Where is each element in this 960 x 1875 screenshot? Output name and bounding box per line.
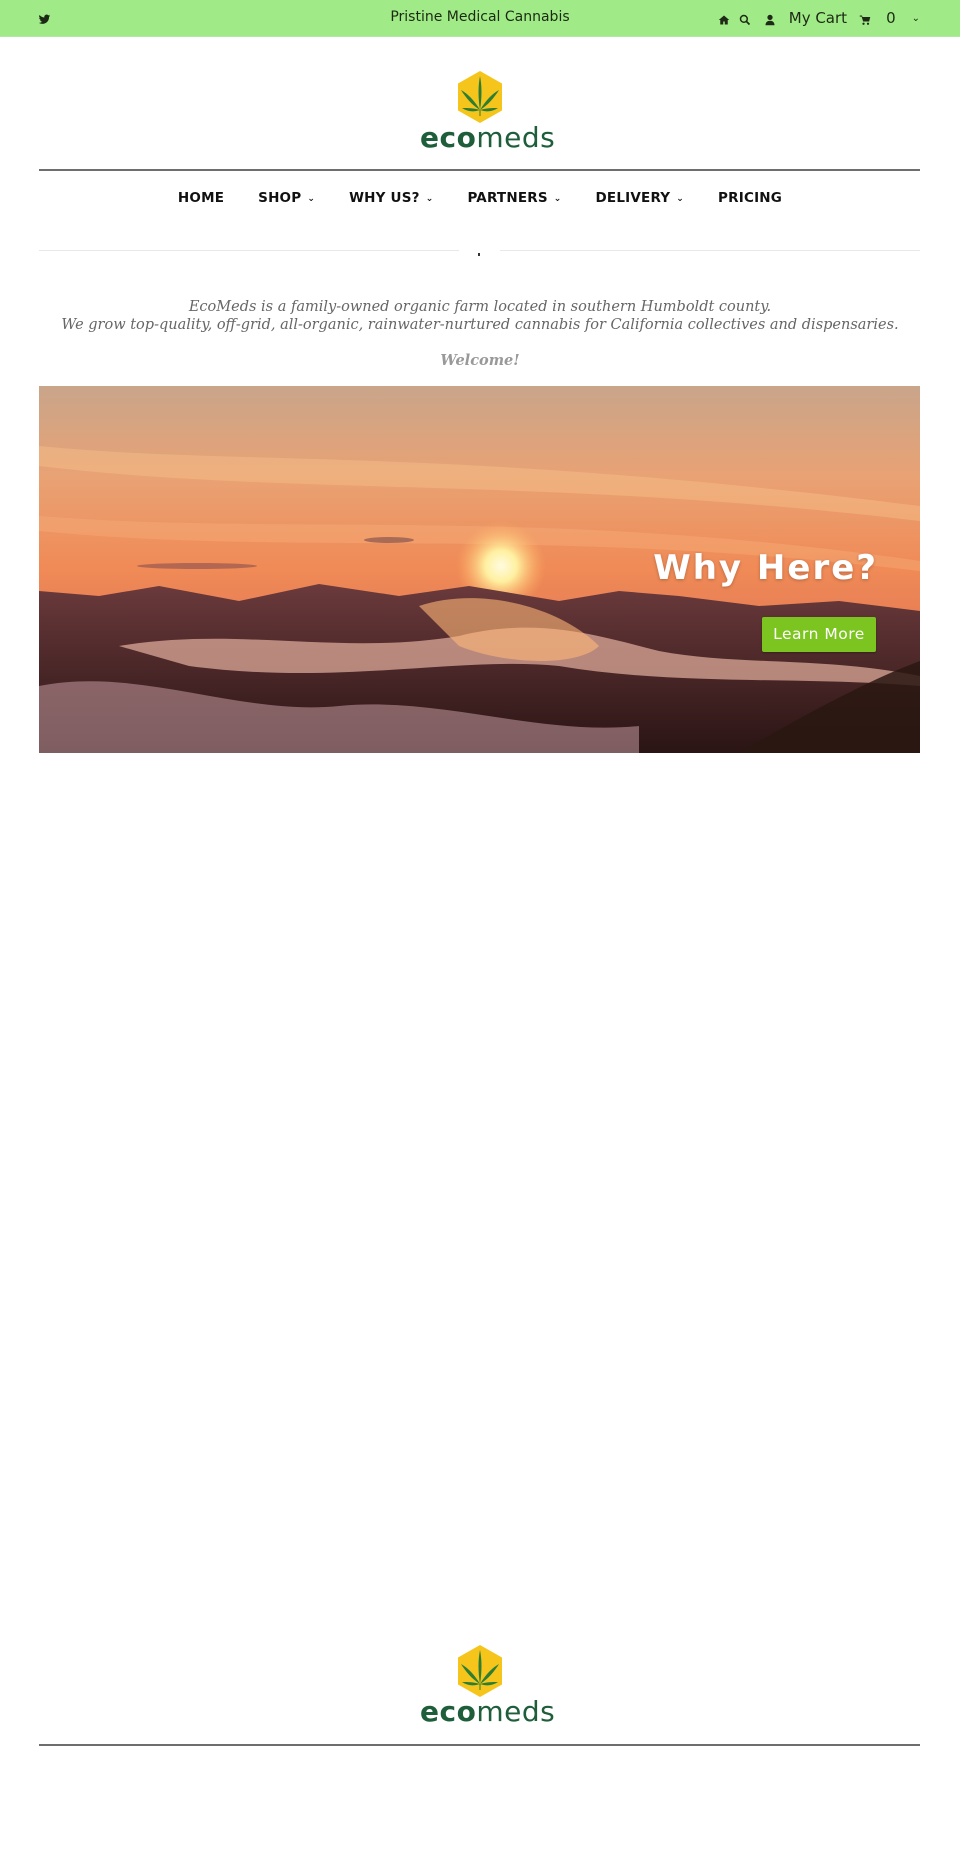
header-divider	[39, 169, 920, 171]
logo-wordmark: ecomeds	[420, 1695, 556, 1728]
nav-item-shop[interactable]: SHOP ⌄	[241, 190, 332, 206]
cart-link[interactable]: My Cart	[789, 9, 847, 27]
cart-icon[interactable]	[859, 12, 872, 25]
divider-ornament	[478, 253, 480, 256]
chevron-down-icon: ⌄	[676, 194, 685, 204]
logo-wordmark: ecomeds	[420, 121, 556, 154]
hexagon-leaf-icon	[458, 1645, 502, 1697]
hero-headline: Why Here?	[653, 548, 878, 588]
footer-logo[interactable]: ecomeds	[420, 1644, 556, 1728]
learn-more-button[interactable]: Learn More	[762, 617, 876, 652]
section-divider-left	[39, 250, 459, 251]
chevron-down-icon[interactable]: ⌄	[912, 13, 920, 24]
chevron-down-icon: ⌄	[425, 194, 434, 204]
cart-count: 0	[886, 9, 896, 27]
section-divider-right	[500, 250, 920, 251]
user-icon[interactable]	[764, 12, 777, 25]
nav-item-home[interactable]: HOME	[161, 190, 241, 206]
hero-banner[interactable]: Why Here? Learn More	[39, 386, 920, 753]
nav-item-why-us[interactable]: WHY US? ⌄	[332, 190, 450, 206]
top-announcement-bar: Pristine Medical Cannabis My Cart 0 ⌄	[0, 0, 960, 37]
welcome-text: Welcome!	[440, 352, 520, 369]
intro-text: EcoMeds is a family-owned organic farm l…	[0, 298, 960, 334]
chevron-down-icon: ⌄	[307, 194, 316, 204]
nav-item-delivery[interactable]: DELIVERY ⌄	[579, 190, 702, 206]
intro-line-2: We grow top-quality, off-grid, all-organ…	[61, 317, 899, 333]
site-logo[interactable]: ecomeds	[420, 70, 556, 154]
footer-divider	[39, 1744, 920, 1746]
header-actions: My Cart 0 ⌄	[718, 9, 920, 27]
nav-item-partners[interactable]: PARTNERS ⌄	[450, 190, 578, 206]
home-icon[interactable]	[718, 12, 731, 25]
chevron-down-icon: ⌄	[553, 194, 562, 204]
main-nav: HOME SHOP ⌄ WHY US? ⌄ PARTNERS ⌄ DELIVERY ⌄ …	[0, 190, 960, 206]
hexagon-leaf-icon	[458, 71, 502, 123]
search-icon[interactable]	[739, 12, 752, 25]
intro-line-1: EcoMeds is a family-owned organic farm l…	[188, 299, 772, 315]
nav-item-pricing[interactable]: PRICING	[701, 190, 799, 206]
